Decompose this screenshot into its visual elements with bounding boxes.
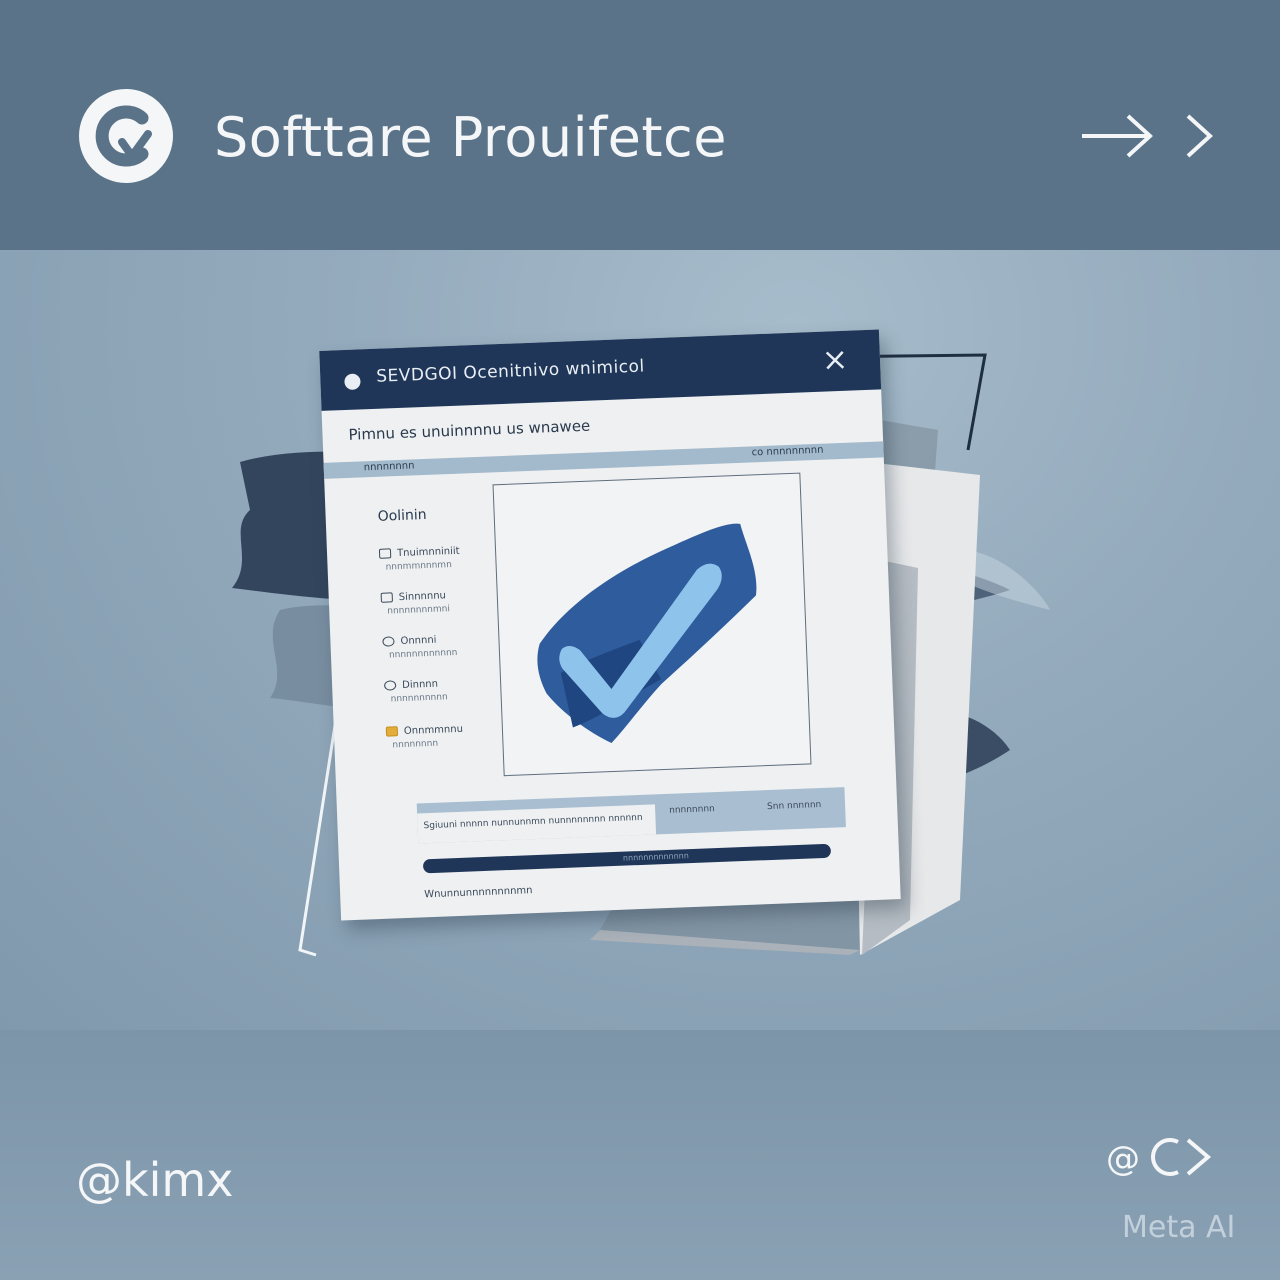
toolbar-right-link[interactable]: co nnnnnnnnn [751,445,823,459]
checkmark-icon [537,523,757,744]
sidebar-item[interactable]: Onnmmnnu [385,723,464,738]
input-row: Sgiuuni nnnnn nunnunnmn nunnnnnnnn nnnnn… [416,787,846,844]
sidebar-item-sub: nnnnnnnnnnnn [388,647,458,661]
footnote-link[interactable]: Wnunnunnnnnnnnmn [424,885,533,900]
header-bar: Softtare Prouifetce [0,0,1280,250]
text-field-value: Sgiuuni nnnnn nunnunnmn nunnnnnnnn nnnnn… [423,812,643,832]
sidebar-item[interactable]: Onnnni [382,634,437,648]
folder-icon [385,726,399,737]
toolbar-left-text: nnnnnnnn [363,460,415,474]
sidebar-item-label: Onnnni [400,634,437,648]
file-icon [378,548,392,559]
progress-label: nnnnnnnnnnnnn [622,851,690,863]
disc-icon [383,680,397,691]
close-icon[interactable] [824,349,847,372]
column-label: nnnnnnnn [668,804,715,816]
text-field[interactable]: Sgiuuni nnnnn nunnunnmn nunnnnnnnn nnnnn… [417,804,657,844]
sidebar-item-sub: nnnnnnnnmni [387,604,451,617]
sidebar-item-label: Sinnnnnu [398,590,447,604]
sidebar-item[interactable]: Tnuimnniniit [378,545,460,560]
sidebar-item[interactable]: Dinnnn [383,678,439,692]
preview-pane [492,472,812,777]
footer-bar: @kimx @ Meta AI [0,1030,1280,1280]
sidebar-item-sub: nnnnnnnn [392,738,439,751]
user-handle[interactable]: @kimx [76,1152,233,1208]
progress-button[interactable]: nnnnnnnnnnnnn [422,843,832,874]
column-label: Snn nnnnnn [766,800,822,813]
watermark: Meta AI [1122,1210,1236,1245]
sidebar-item[interactable]: Sinnnnnu [380,590,447,604]
dialog-title: SEVDGOI Ocenitnivo wnimicol [375,356,646,387]
illustration-scene: SEVDGOI Ocenitnivo wnimicol Pimnu es unu… [0,250,1280,1030]
circle-icon [382,636,395,647]
arrow-right-icon[interactable] [1080,110,1156,162]
sidebar-item-sub: nnnnnnnnnn [390,692,448,705]
page-title: Softtare Prouifetce [214,106,727,169]
chevron-right-icon[interactable] [1182,110,1216,162]
sidebar-item-sub: nnnmmnnnmn [385,560,453,573]
svg-text:@: @ [1106,1139,1140,1179]
brand-logo-icon[interactable] [78,88,174,184]
sidebar-item-label: Tnuimnniniit [396,545,460,560]
dialog-heading: Pimnu es unuinnnnu us wnawee [348,416,591,444]
window-icon [344,373,361,391]
image-icon [380,592,393,603]
brand-mark-icon[interactable]: @ [1106,1130,1216,1184]
sidebar-item-label: Onnmmnnu [403,723,464,737]
sidebar-item-label: Dinnnn [401,678,439,692]
dialog-window: SEVDGOI Ocenitnivo wnimicol Pimnu es unu… [319,329,901,921]
sidebar-label: Oolinin [377,506,427,525]
